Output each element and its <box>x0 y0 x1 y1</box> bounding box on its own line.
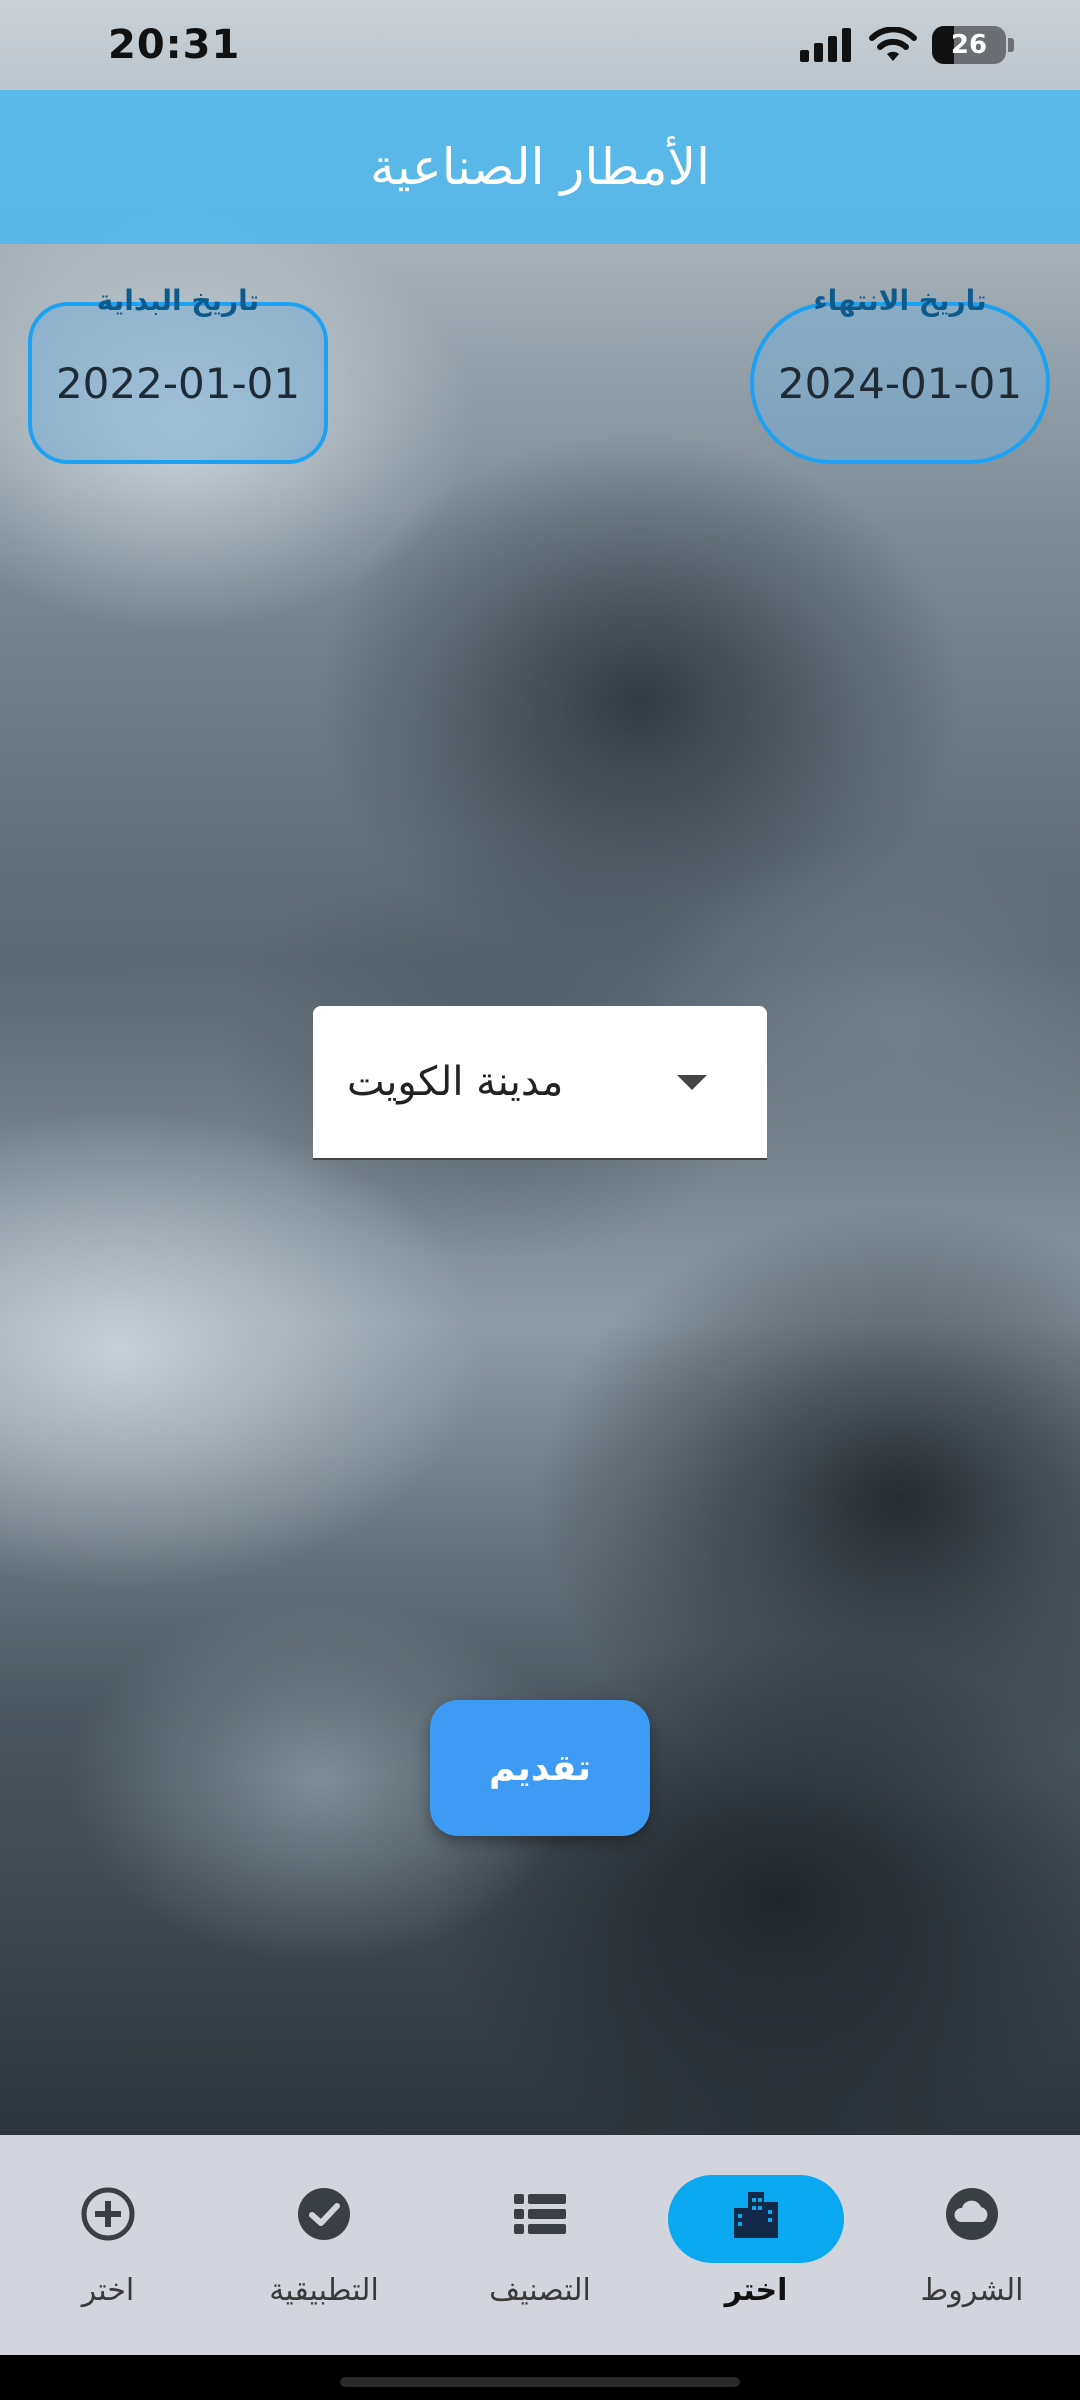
nav-label: اختر <box>81 2273 135 2308</box>
app-screen: 20:31 26 الأمطار الصناعية 2022-01-01 تار… <box>0 0 1080 2400</box>
submit-button-label: تقديم <box>489 1747 591 1789</box>
end-date-field[interactable]: 2024-01-01 <box>750 302 1050 464</box>
start-date-field[interactable]: 2022-01-01 <box>28 302 328 464</box>
list-icon <box>510 2184 570 2244</box>
nav-label: التطبيقية <box>269 2273 379 2308</box>
check-circle-icon <box>294 2184 354 2244</box>
city-icon <box>726 2184 786 2244</box>
nav-label: الشروط <box>920 2273 1024 2308</box>
battery-tip <box>1008 38 1014 52</box>
nav-item-classification[interactable]: التصنيف <box>432 2135 648 2355</box>
app-bar: الأمطار الصناعية <box>0 90 1080 244</box>
nav-item-select-add[interactable]: اختر <box>0 2135 216 2355</box>
home-area <box>0 2355 1080 2400</box>
city-dropdown[interactable]: مدينة الكويت <box>313 1006 767 1160</box>
status-icons: 26 <box>800 26 1014 64</box>
bottom-nav: اختر التطبيقية التصنيف اختر الشروط <box>0 2135 1080 2355</box>
nav-item-select-city[interactable]: اختر <box>648 2135 864 2355</box>
end-date-value: 2024-01-01 <box>777 358 1023 408</box>
battery-level: 26 <box>950 30 988 60</box>
dropdown-arrow-icon <box>677 1074 707 1090</box>
status-time: 20:31 <box>108 22 241 68</box>
plus-circle-icon <box>78 2184 138 2244</box>
wifi-icon <box>869 27 917 61</box>
status-bar: 20:31 26 <box>0 0 1080 90</box>
end-date-label: تاريخ الانتهاء <box>813 284 987 317</box>
start-date-label: تاريخ البداية <box>96 284 260 317</box>
nav-label: التصنيف <box>489 2273 591 2308</box>
nav-label: اختر <box>724 2273 788 2308</box>
home-indicator[interactable] <box>340 2377 740 2387</box>
start-date-value: 2022-01-01 <box>55 358 301 408</box>
city-dropdown-value: مدينة الكويت <box>347 1059 564 1105</box>
nav-item-conditions[interactable]: الشروط <box>864 2135 1080 2355</box>
signal-icon <box>800 28 851 62</box>
submit-button[interactable]: تقديم <box>430 1700 650 1836</box>
cloud-icon <box>942 2184 1002 2244</box>
nav-item-applied[interactable]: التطبيقية <box>216 2135 432 2355</box>
page-title: الأمطار الصناعية <box>369 138 710 196</box>
battery-icon: 26 <box>932 26 1006 64</box>
